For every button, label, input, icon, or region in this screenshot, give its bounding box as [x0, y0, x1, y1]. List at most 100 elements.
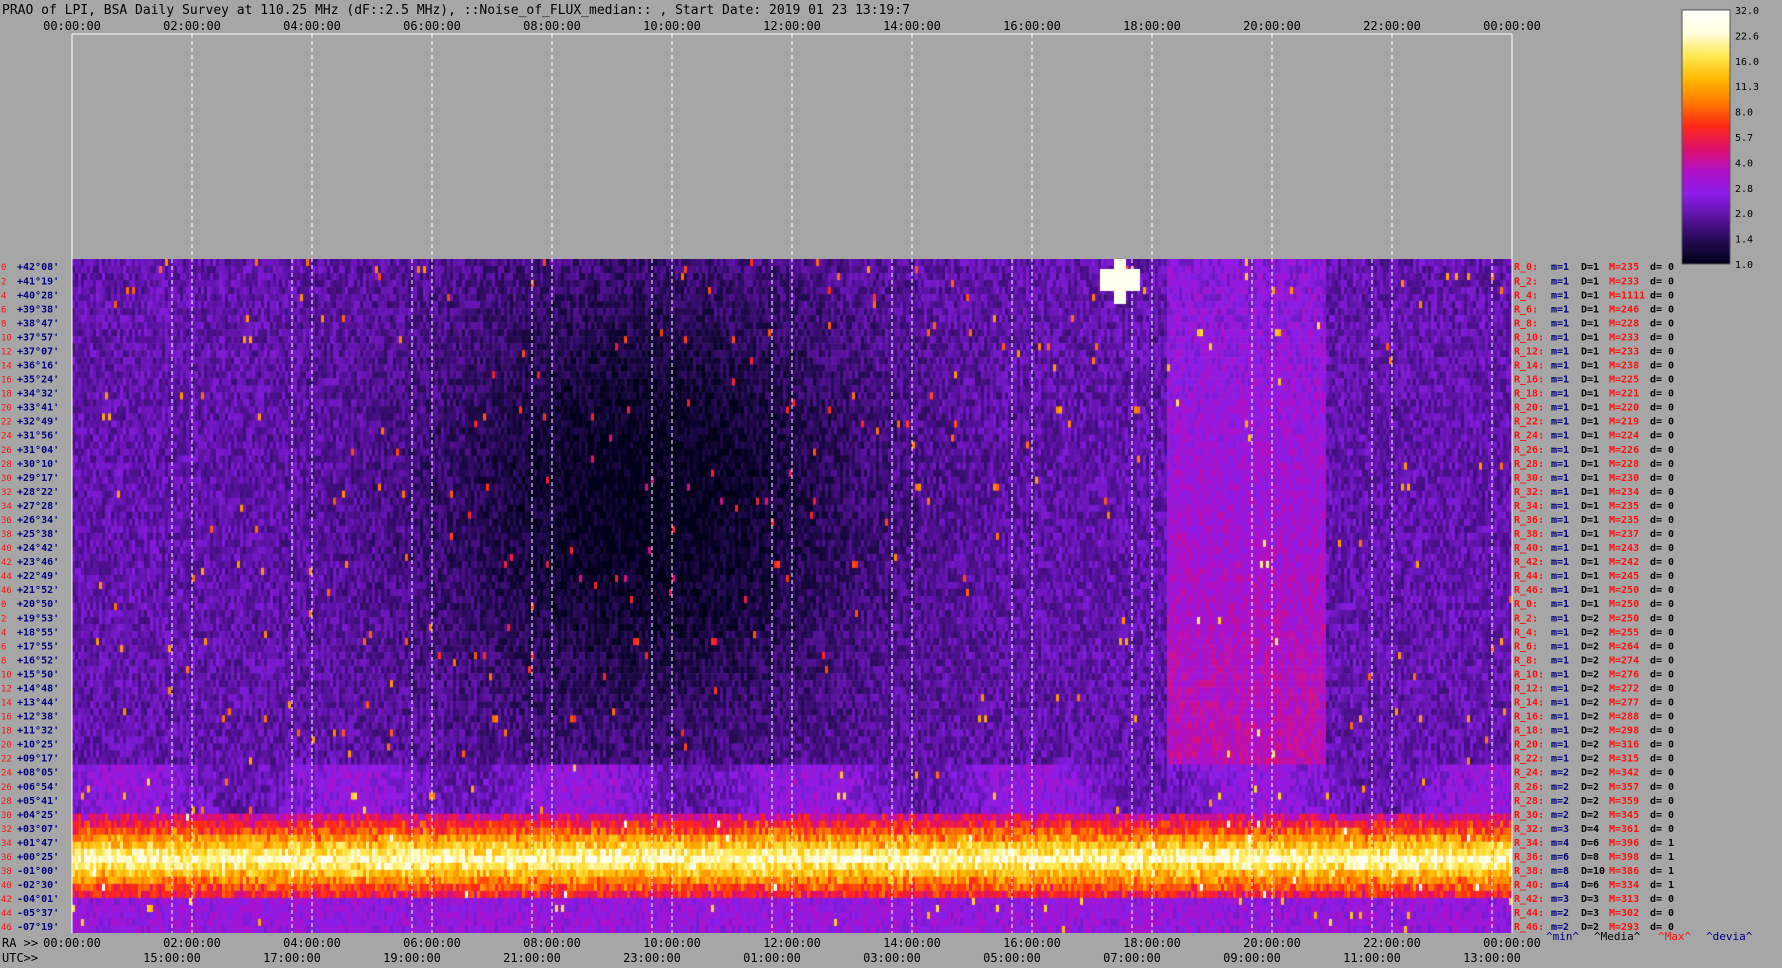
row-id: R_18: [1514, 389, 1544, 400]
row-max: M=250 [1609, 599, 1639, 610]
row-min: m=1 [1551, 276, 1569, 287]
legend-label: ^Media^ [1594, 930, 1641, 943]
row-min: m=1 [1551, 262, 1569, 273]
row-min: m=1 [1551, 655, 1569, 666]
utc-tick-label: 03:00:00 [863, 951, 921, 965]
row-deviation: d= 0 [1650, 543, 1674, 554]
row-median: D=2 [1581, 726, 1599, 737]
declination-label: +41°19' [17, 276, 59, 287]
declination-label: -01°00' [17, 866, 59, 877]
row-max: M=226 [1609, 445, 1639, 456]
top-tick-label: 00:00:00 [43, 19, 101, 33]
row-max: M=224 [1609, 431, 1639, 442]
row-min: m=1 [1551, 332, 1569, 343]
row-id: R_14: [1514, 361, 1544, 372]
row-max: M=228 [1609, 459, 1639, 470]
chart-title: PRAO of LPI, BSA Daily Survey at 110.25 … [2, 3, 910, 18]
declination-label: +25°38' [17, 529, 59, 540]
row-min: m=1 [1551, 459, 1569, 470]
row-deviation: d= 0 [1650, 473, 1674, 484]
row-min: m=1 [1551, 290, 1569, 301]
row-min: m=1 [1551, 361, 1569, 372]
row-max: M=276 [1609, 669, 1639, 680]
row-id: R_24: [1514, 768, 1544, 779]
row-number: 20 [1, 741, 12, 751]
row-deviation: d= 0 [1650, 726, 1674, 737]
colorbar-tick-label: 2.0 [1735, 209, 1753, 220]
row-id: R_34: [1514, 501, 1544, 512]
row-number: 20 [1, 404, 12, 414]
utc-tick-label: 11:00:00 [1343, 951, 1401, 965]
row-median: D=1 [1581, 501, 1599, 512]
row-id: R_10: [1514, 669, 1544, 680]
row-number: 32 [1, 488, 12, 498]
row-deviation: d= 0 [1650, 346, 1674, 357]
row-id: R_38: [1514, 866, 1544, 877]
row-number: 46 [1, 923, 12, 933]
row-max: M=219 [1609, 417, 1639, 428]
row-max: M=345 [1609, 810, 1639, 821]
row-min: m=1 [1551, 487, 1569, 498]
row-min: m=1 [1551, 754, 1569, 765]
declination-label: -02°30' [17, 880, 59, 891]
row-deviation: d= 0 [1650, 417, 1674, 428]
row-median: D=1 [1581, 290, 1599, 301]
row-number: 26 [1, 783, 12, 793]
row-id: R_46: [1514, 922, 1544, 933]
row-median: D=2 [1581, 669, 1599, 680]
row-id: R_28: [1514, 459, 1544, 470]
row-max: M=264 [1609, 641, 1639, 652]
row-min: m=1 [1551, 669, 1569, 680]
row-id: R_20: [1514, 740, 1544, 751]
row-deviation: d= 0 [1650, 375, 1674, 386]
row-min: m=1 [1551, 417, 1569, 428]
row-median: D=1 [1581, 262, 1599, 273]
row-median: D=2 [1581, 796, 1599, 807]
row-number: 6 [1, 305, 6, 315]
row-number: 0 [1, 263, 6, 273]
row-max: M=242 [1609, 557, 1639, 568]
row-max: M=315 [1609, 754, 1639, 765]
row-max: M=220 [1609, 403, 1639, 414]
row-number: 10 [1, 333, 12, 343]
row-median: D=3 [1581, 908, 1599, 919]
row-median: D=2 [1581, 810, 1599, 821]
row-median: D=2 [1581, 740, 1599, 751]
row-deviation: d= 0 [1650, 698, 1674, 709]
ra-tick-label: 00:00:00 [43, 936, 101, 950]
declination-label: +05°41' [17, 796, 59, 807]
row-number: 36 [1, 853, 12, 863]
row-number: 36 [1, 516, 12, 526]
row-median: D=1 [1581, 557, 1599, 568]
row-max: M=250 [1609, 613, 1639, 624]
row-min: m=8 [1551, 866, 1569, 877]
row-deviation: d= 0 [1650, 304, 1674, 315]
row-number: 34 [1, 502, 12, 512]
row-max: M=228 [1609, 318, 1639, 329]
row-max: M=235 [1609, 262, 1639, 273]
row-id: R_8: [1514, 318, 1538, 329]
row-max: M=302 [1609, 908, 1639, 919]
row-min: m=3 [1551, 824, 1569, 835]
ra-tick-label: 00:00:00 [1483, 936, 1541, 950]
legend-label: ^min^ [1546, 930, 1579, 943]
row-number: 18 [1, 390, 12, 400]
ra-tick-label: 12:00:00 [763, 936, 821, 950]
row-median: D=6 [1581, 880, 1599, 891]
colorbar-tick-label: 11.3 [1735, 82, 1759, 93]
row-median: D=1 [1581, 445, 1599, 456]
row-id: R_22: [1514, 754, 1544, 765]
declination-label: +01°47' [17, 838, 59, 849]
utc-axis-label: UTC>> [2, 951, 38, 965]
row-min: m=1 [1551, 613, 1569, 624]
row-id: R_42: [1514, 894, 1544, 905]
declination-label: +31°56' [17, 431, 59, 442]
row-deviation: d= 0 [1650, 332, 1674, 343]
row-min: m=1 [1551, 627, 1569, 638]
row-number: 30 [1, 474, 12, 484]
row-number: 38 [1, 867, 12, 877]
row-min: m=1 [1551, 515, 1569, 526]
row-deviation: d= 0 [1650, 403, 1674, 414]
row-number: 40 [1, 544, 12, 554]
declination-label: +12°38' [17, 712, 59, 723]
